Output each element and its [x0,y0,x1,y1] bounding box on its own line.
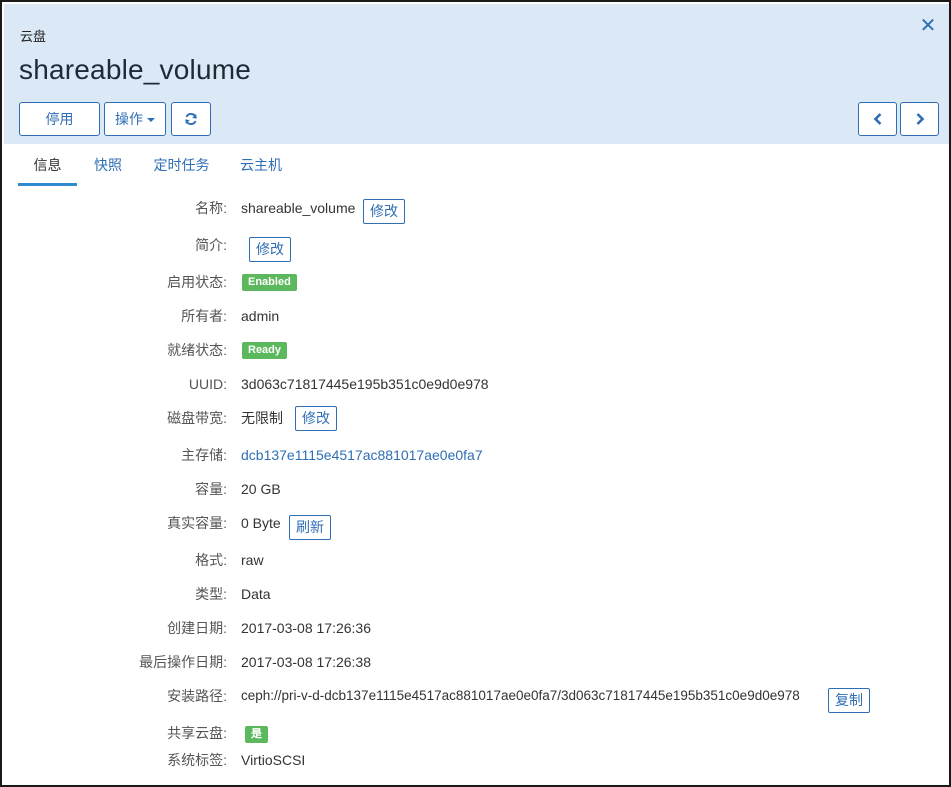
refresh-capacity-button[interactable]: 刷新 [289,515,331,540]
actual-capacity-value: 0 Byte [241,515,281,531]
detail-label: UUID: [188,376,227,392]
edit-bandwidth-button[interactable]: 修改 [295,406,337,431]
copy-path-button[interactable]: 复制 [828,688,870,713]
detail-label: 就绪状态: [167,342,227,358]
tab-scheduled-jobs[interactable]: 定时任务 [149,152,214,186]
times-icon[interactable]: ✕ [918,16,938,36]
disable-button[interactable]: 停用 [19,102,100,136]
detail-label: 所有者: [181,308,227,324]
refresh-button[interactable] [171,102,211,136]
detail-row-primary-storage: 主存储: dcb137e1115e4517ac881017ae0e0fa7 [2,443,951,467]
detail-label: 共享云盘: [167,725,227,741]
uuid-value: 3d063c71817445e195b351c0e9d0e978 [241,376,489,392]
enabled-status-badge: Enabled [242,274,297,291]
capacity-value: 20 GB [241,481,281,497]
detail-label: 真实容量: [167,515,227,531]
refresh-icon [185,112,197,125]
volume-name-value: shareable_volume [241,200,356,216]
shareable-badge: 是 [245,726,268,743]
detail-label: 最后操作日期: [139,654,227,670]
detail-row-type: 类型: Data [2,582,951,606]
panel-header: 云盘 shareable_volume ✕ 停用 操作 [4,4,949,144]
tab-vm-instances[interactable]: 云主机 [236,152,286,186]
detail-label: 格式: [195,552,227,568]
detail-row-created: 创建日期: 2017-03-08 17:26:36 [2,616,951,640]
detail-row-description: 简介: 修改 [2,233,951,262]
type-value: Data [241,586,271,602]
detail-label: 简介: [195,237,227,253]
ready-status-badge: Ready [242,342,288,359]
chevron-left-icon [873,112,881,125]
detail-label: 名称: [195,200,227,216]
detail-row-capacity: 容量: 20 GB [2,477,951,501]
tab-snapshots[interactable]: 快照 [88,152,128,186]
format-value: raw [241,552,264,568]
edit-description-button[interactable]: 修改 [249,237,291,262]
volume-detail-panel: 云盘 shareable_volume ✕ 停用 操作 信息 快照 定时任务 云… [0,0,951,787]
detail-label: 安装路径: [167,688,227,704]
detail-row-uuid: UUID: 3d063c71817445e195b351c0e9d0e978 [2,372,951,396]
detail-label: 启用状态: [167,274,227,290]
system-tags-value: VirtioSCSI [241,752,306,768]
tab-info[interactable]: 信息 [18,152,77,186]
detail-row-owner: 所有者: admin [2,304,951,328]
detail-label: 磁盘带宽: [167,410,227,426]
detail-row-actual-capacity: 真实容量: 0 Byte 刷新 [2,511,951,540]
edit-name-button[interactable]: 修改 [363,199,405,224]
primary-storage-link[interactable]: dcb137e1115e4517ac881017ae0e0fa7 [241,443,483,467]
detail-row-ready-state: 就绪状态: Ready [2,338,951,362]
chevron-right-icon [916,112,924,125]
detail-label: 主存储: [181,447,227,463]
detail-label: 容量: [195,481,227,497]
detail-row-shareable: 共享云盘: 是 [2,721,951,745]
detail-label: 创建日期: [167,620,227,636]
disk-bandwidth-value: 无限制 [241,410,283,426]
prev-button[interactable] [858,102,897,136]
detail-row-enable-state: 启用状态: Enabled [2,270,951,294]
breadcrumb[interactable]: 云盘 [20,26,46,45]
install-path-value: ceph://pri-v-d-dcb137e1115e4517ac881017a… [241,688,800,703]
detail-row-format: 格式: raw [2,548,951,572]
actions-dropdown-button[interactable]: 操作 [104,102,166,136]
detail-row-disk-bandwidth: 磁盘带宽: 无限制 修改 [2,406,951,431]
page-title: shareable_volume [19,54,252,85]
detail-row-last-operation: 最后操作日期: 2017-03-08 17:26:38 [2,650,951,674]
next-button[interactable] [900,102,939,136]
detail-row-install-path: 安装路径: ceph://pri-v-d-dcb137e1115e4517ac8… [2,684,951,713]
owner-value: admin [241,308,280,324]
caret-down-icon [147,118,155,123]
detail-row-system-tags: 系统标签: VirtioSCSI [2,748,951,772]
detail-label: 类型: [195,586,227,602]
created-date-value: 2017-03-08 17:26:36 [241,620,371,636]
actions-dropdown-label: 操作 [115,111,143,127]
last-operation-date-value: 2017-03-08 17:26:38 [241,654,371,670]
detail-label: 系统标签: [167,752,227,768]
detail-row-name: 名称: shareable_volume 修改 [2,196,951,224]
